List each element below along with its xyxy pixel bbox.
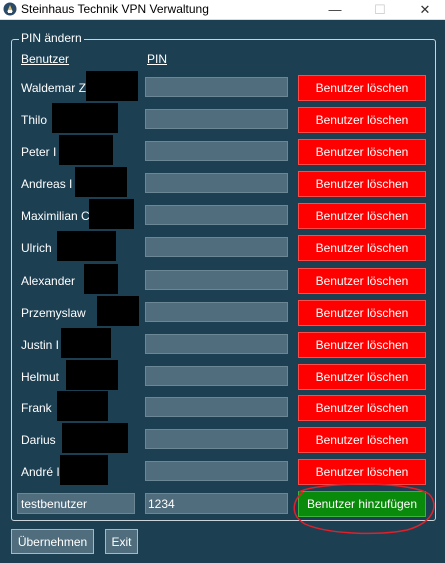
- title-bar: Steinhaus Technik VPN Verwaltung — ☐ ✕: [0, 0, 445, 20]
- pin-input[interactable]: [145, 302, 288, 322]
- minimize-icon[interactable]: —: [318, 0, 352, 20]
- user-name: Justin I: [21, 338, 60, 352]
- redaction-block: [66, 360, 118, 390]
- delete-user-button[interactable]: Benutzer löschen: [298, 459, 426, 485]
- column-header-user: Benutzer: [21, 52, 70, 66]
- pin-input[interactable]: [145, 77, 288, 97]
- pin-input[interactable]: [145, 270, 288, 290]
- user-row: Alexander Benutzer löschen: [0, 264, 445, 298]
- redaction-block: [75, 167, 127, 197]
- delete-user-button[interactable]: Benutzer löschen: [298, 427, 426, 453]
- user-row: Peter I Benutzer löschen: [0, 135, 445, 169]
- user-name: Ulrich: [21, 241, 52, 255]
- user-row: Darius Benutzer löschen: [0, 423, 445, 457]
- delete-user-button[interactable]: Benutzer löschen: [298, 332, 426, 358]
- user-name: Frank: [21, 401, 52, 415]
- user-name: Waldemar Z: [21, 81, 86, 95]
- redaction-block: [57, 231, 116, 261]
- column-header-pin: PIN: [147, 52, 168, 66]
- user-name: Peter I: [21, 145, 57, 159]
- redaction-block: [86, 71, 138, 101]
- user-name: Maximilian C: [21, 209, 90, 223]
- user-name: Helmut: [21, 370, 60, 384]
- redaction-block: [57, 391, 108, 421]
- delete-user-button[interactable]: Benutzer löschen: [298, 107, 426, 133]
- delete-user-button[interactable]: Benutzer löschen: [298, 364, 426, 390]
- delete-user-button[interactable]: Benutzer löschen: [298, 235, 426, 261]
- maximize-icon[interactable]: ☐: [363, 0, 397, 20]
- close-icon[interactable]: ✕: [408, 0, 442, 20]
- add-user-button[interactable]: Benutzer hinzufügen: [298, 491, 426, 517]
- delete-user-button[interactable]: Benutzer löschen: [298, 300, 426, 326]
- redaction-block: [59, 135, 113, 165]
- apply-button[interactable]: Übernehmen: [11, 529, 94, 554]
- redaction-block: [97, 296, 139, 326]
- user-name: Alexander: [21, 274, 76, 288]
- pin-input[interactable]: [145, 461, 288, 481]
- user-row: Justin I Benutzer löschen: [0, 328, 445, 362]
- delete-user-button[interactable]: Benutzer löschen: [298, 139, 426, 165]
- redaction-block: [62, 423, 128, 453]
- redaction-block: [60, 455, 108, 485]
- new-user-pin-input[interactable]: [145, 493, 288, 514]
- delete-user-button[interactable]: Benutzer löschen: [298, 203, 426, 229]
- user-row: Maximilian C Benutzer löschen: [0, 199, 445, 233]
- redaction-block: [61, 328, 111, 358]
- user-name: André I: [21, 465, 60, 479]
- pin-input[interactable]: [145, 141, 288, 161]
- redaction-block: [52, 103, 118, 133]
- user-row: Waldemar Z Benutzer löschen: [0, 71, 445, 105]
- exit-button[interactable]: Exit: [105, 529, 138, 554]
- group-title: PIN ändern: [19, 31, 84, 45]
- pin-input[interactable]: [145, 173, 288, 193]
- user-name: Andreas I: [21, 177, 73, 191]
- pin-input[interactable]: [145, 109, 288, 129]
- user-name: Thilo: [21, 113, 48, 127]
- user-row: Thilo Benutzer löschen: [0, 103, 445, 137]
- app-icon: [3, 2, 17, 16]
- new-user-name-input[interactable]: [17, 493, 135, 514]
- user-row: André I Benutzer löschen: [0, 455, 445, 489]
- user-name: Darius: [21, 433, 56, 447]
- user-row: Frank Benutzer löschen: [0, 391, 445, 425]
- pin-input[interactable]: [145, 334, 288, 354]
- window-title: Steinhaus Technik VPN Verwaltung: [21, 2, 209, 16]
- user-row: Przemyslaw Benutzer löschen: [0, 296, 445, 330]
- pin-input[interactable]: [145, 237, 288, 257]
- delete-user-button[interactable]: Benutzer löschen: [298, 395, 426, 421]
- delete-user-button[interactable]: Benutzer löschen: [298, 171, 426, 197]
- delete-user-button[interactable]: Benutzer löschen: [298, 268, 426, 294]
- user-row: Helmut Benutzer löschen: [0, 360, 445, 394]
- redaction-block: [84, 264, 118, 294]
- delete-user-button[interactable]: Benutzer löschen: [298, 75, 426, 101]
- pin-input[interactable]: [145, 366, 288, 386]
- user-row: Andreas I Benutzer löschen: [0, 167, 445, 201]
- user-row: Ulrich Benutzer löschen: [0, 231, 445, 265]
- pin-input[interactable]: [145, 205, 288, 225]
- pin-input[interactable]: [145, 397, 288, 417]
- user-name: Przemyslaw: [21, 306, 86, 320]
- pin-input[interactable]: [145, 429, 288, 449]
- redaction-block: [89, 199, 134, 229]
